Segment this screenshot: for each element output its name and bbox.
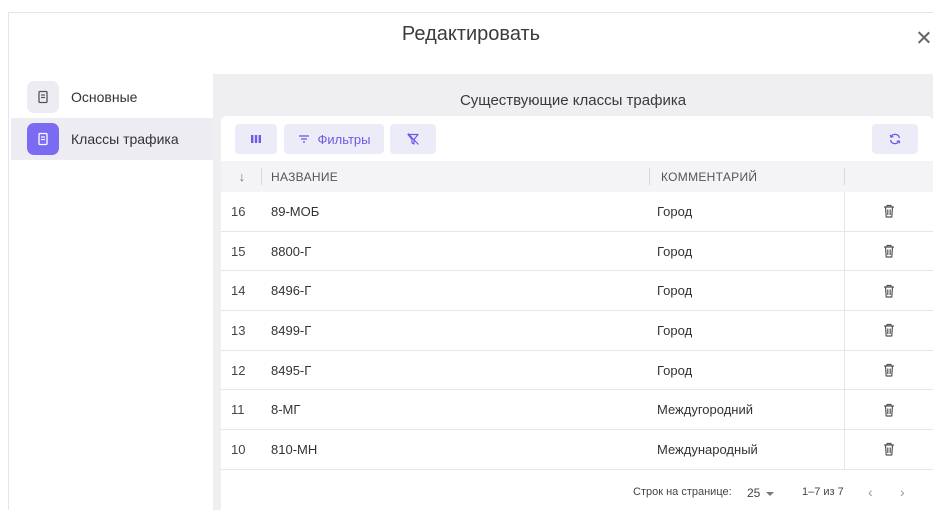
row-name: 8-МГ bbox=[271, 402, 301, 418]
table-row[interactable]: 10 810-МН Международный bbox=[221, 430, 933, 470]
row-id: 15 bbox=[231, 243, 246, 259]
trash-icon bbox=[884, 443, 894, 457]
row-comment: Город bbox=[657, 362, 693, 378]
rows-per-page-select[interactable]: 25 bbox=[747, 486, 775, 500]
row-id: 11 bbox=[231, 402, 245, 418]
row-name: 810-МН bbox=[271, 441, 318, 457]
delete-button[interactable] bbox=[844, 430, 933, 469]
table-row[interactable]: 15 8800-Г Город bbox=[221, 231, 933, 272]
column-divider bbox=[649, 168, 650, 185]
filters-label: Фильтры bbox=[317, 131, 371, 147]
chevron-right-icon[interactable]: › bbox=[900, 484, 905, 500]
table-body: 16 89-МОБ Город 15 8800-Г Город 14 8496-… bbox=[221, 192, 933, 470]
table-row[interactable]: 12 8495-Г Город bbox=[221, 350, 933, 391]
trash-icon bbox=[884, 244, 894, 258]
row-comment: Международный bbox=[657, 441, 758, 457]
main-content: Существующие классы трафика Фильтры ↓ НА… bbox=[213, 74, 933, 510]
delete-button[interactable] bbox=[844, 350, 933, 390]
trash-icon bbox=[884, 363, 894, 377]
table-header: ↓ НАЗВАНИЕ КОММЕНТАРИЙ bbox=[221, 161, 933, 192]
trash-icon bbox=[884, 284, 894, 298]
column-header-name[interactable]: НАЗВАНИЕ bbox=[271, 161, 338, 192]
table-row[interactable]: 14 8496-Г Город bbox=[221, 271, 933, 312]
traffic-classes-table-card: Фильтры ↓ НАЗВАНИЕ КОММЕНТАРИЙ 16 89-МОБ… bbox=[221, 116, 933, 510]
row-comment: Город bbox=[657, 203, 693, 219]
filter-lines-icon bbox=[299, 135, 310, 143]
document-icon bbox=[27, 81, 59, 113]
rows-per-page-value: 25 bbox=[747, 486, 761, 500]
row-name: 8499-Г bbox=[271, 322, 312, 338]
delete-button[interactable] bbox=[844, 311, 933, 350]
rows-per-page-label: Строк на странице: bbox=[633, 486, 732, 498]
columns-icon bbox=[251, 135, 261, 143]
row-id: 14 bbox=[231, 283, 246, 299]
sidebar: Основные Классы трафика bbox=[11, 76, 213, 160]
row-name: 8496-Г bbox=[271, 283, 312, 299]
column-divider bbox=[261, 168, 262, 185]
filter-clear-icon bbox=[407, 133, 419, 145]
delete-button[interactable] bbox=[844, 390, 933, 430]
row-id: 16 bbox=[231, 203, 246, 219]
sidebar-item-label: Основные bbox=[71, 89, 138, 105]
refresh-icon bbox=[889, 133, 901, 145]
trash-icon bbox=[884, 205, 894, 218]
row-name: 89-МОБ bbox=[271, 203, 320, 219]
trash-icon bbox=[884, 403, 894, 417]
chevron-left-icon[interactable]: ‹ bbox=[868, 484, 873, 500]
table-row[interactable]: 11 8-МГ Междугородний bbox=[221, 390, 933, 431]
row-name: 8800-Г bbox=[271, 243, 312, 259]
page-range: 1–7 из 7 bbox=[802, 486, 844, 498]
row-comment: Город bbox=[657, 322, 693, 338]
column-divider bbox=[844, 168, 845, 185]
delete-button[interactable] bbox=[844, 231, 933, 271]
clear-filters-button[interactable] bbox=[390, 124, 436, 154]
row-comment: Город bbox=[657, 243, 693, 259]
filters-button[interactable]: Фильтры bbox=[284, 124, 384, 154]
columns-button[interactable] bbox=[235, 124, 277, 154]
table-row[interactable]: 13 8499-Г Город bbox=[221, 311, 933, 351]
row-comment: Город bbox=[657, 283, 693, 299]
row-id: 10 bbox=[231, 441, 246, 457]
delete-button[interactable] bbox=[844, 192, 933, 231]
row-name: 8495-Г bbox=[271, 362, 312, 378]
section-title: Существующие классы трафика bbox=[459, 92, 687, 109]
table-row[interactable]: 16 89-МОБ Город bbox=[221, 192, 933, 232]
close-icon[interactable] bbox=[915, 29, 933, 47]
sort-arrow-icon[interactable]: ↓ bbox=[227, 161, 257, 192]
document-icon bbox=[27, 123, 59, 155]
trash-icon bbox=[884, 324, 894, 338]
row-id: 13 bbox=[231, 322, 246, 338]
caret-down-icon bbox=[766, 491, 775, 496]
table-toolbar: Фильтры bbox=[221, 116, 933, 161]
sidebar-item-label: Классы трафика bbox=[71, 131, 179, 147]
refresh-button[interactable] bbox=[872, 124, 918, 154]
row-comment: Междугородний bbox=[657, 402, 753, 418]
sidebar-item-general[interactable]: Основные bbox=[11, 76, 213, 118]
modal-title: Редактировать bbox=[401, 23, 541, 45]
sidebar-item-traffic-classes[interactable]: Классы трафика bbox=[11, 118, 213, 160]
delete-button[interactable] bbox=[844, 271, 933, 311]
pagination: Строк на странице: 25 1–7 из 7 ‹ › bbox=[221, 472, 933, 510]
column-header-comment[interactable]: КОММЕНТАРИЙ bbox=[661, 161, 757, 192]
row-id: 12 bbox=[231, 362, 246, 378]
